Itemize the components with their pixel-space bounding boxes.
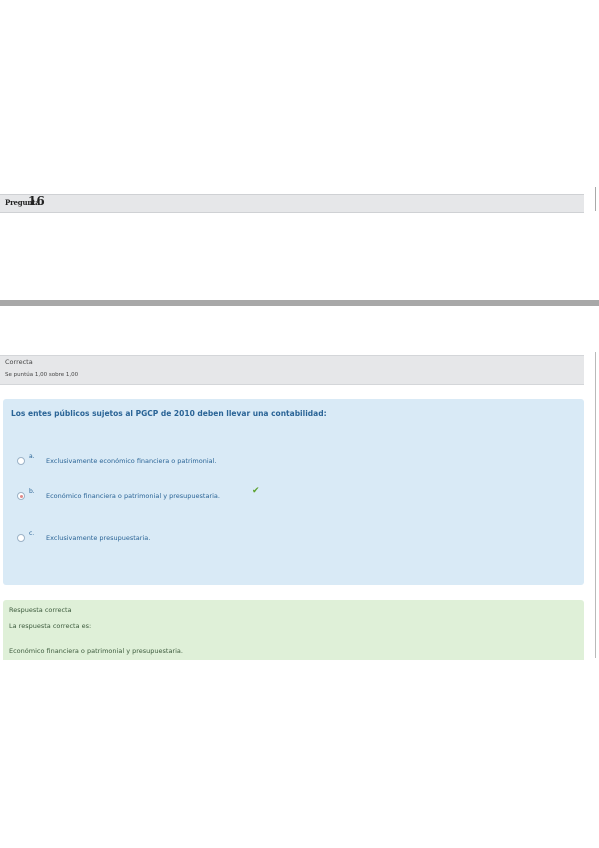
feedback-answer: Económico financiera o patrimonial y pre… — [9, 647, 183, 655]
radio-button-selected[interactable] — [17, 492, 25, 500]
feedback-label: La respuesta correcta es: — [9, 622, 92, 630]
question-grade: Se puntúa 1,00 sobre 1,00 — [5, 372, 79, 378]
answer-option-c[interactable]: c. Exclusivamente presupuestaria. — [17, 530, 317, 544]
option-text: Exclusivamente económico financiera o pa… — [46, 457, 217, 465]
question-header: Pregunta 16 — [0, 194, 584, 213]
answer-option-a[interactable]: a. Exclusivamente económico financiera o… — [17, 453, 317, 467]
question-info: Correcta Se puntúa 1,00 sobre 1,00 — [0, 355, 584, 385]
option-letter: a. — [29, 453, 35, 460]
quiz-review-page: Pregunta 16 Correcta Se puntúa 1,00 sobr… — [0, 0, 599, 848]
question-state: Correcta — [5, 358, 33, 366]
question-formulation: Los entes públicos sujetos al PGCP de 20… — [3, 399, 584, 585]
correct-check-icon: ✔ — [252, 486, 260, 496]
option-letter: b. — [29, 488, 35, 495]
question-text: Los entes públicos sujetos al PGCP de 20… — [11, 409, 327, 418]
vertical-rule — [595, 352, 596, 658]
feedback-title: Respuesta correcta — [9, 606, 72, 614]
question-feedback: Respuesta correcta La respuesta correcta… — [3, 600, 584, 660]
page-divider — [0, 300, 599, 306]
option-text: Exclusivamente presupuestaria. — [46, 534, 151, 542]
option-letter: c. — [29, 530, 35, 537]
option-text: Económico financiera o patrimonial y pre… — [46, 492, 220, 500]
answer-option-b[interactable]: b. Económico financiera o patrimonial y … — [17, 486, 317, 502]
question-number: 16 — [28, 194, 45, 208]
radio-button[interactable] — [17, 457, 25, 465]
vertical-rule — [595, 187, 596, 211]
radio-button[interactable] — [17, 534, 25, 542]
